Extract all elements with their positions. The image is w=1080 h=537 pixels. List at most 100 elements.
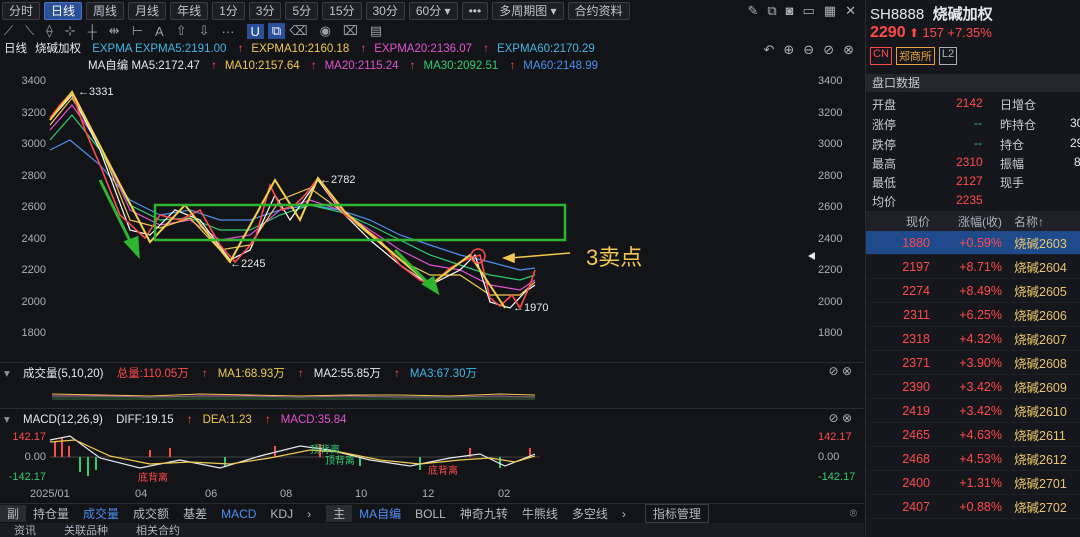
period-tab[interactable]: 1分 <box>212 2 245 20</box>
delete-tool-icon[interactable]: ⌫ <box>289 23 307 39</box>
list-item[interactable]: 2419 +3.42% 烧碱2610 <box>866 399 1080 423</box>
field-value: 8 <box>1074 155 1080 169</box>
range-tool-icon[interactable]: ⇹ <box>109 23 120 39</box>
trash-icon[interactable]: ⌧ <box>343 23 358 39</box>
drawing-toolbar: ⟋ ⟍ ⟠ ⊹ ┼ ⇹ ⊢ A ⇧ ⇩ ··· U ⧉ ⌫ ◉ ⌧ ▤ <box>0 22 864 40</box>
main-indicator-tab[interactable]: BOLL <box>408 507 453 521</box>
x-tick: 2025/01 <box>30 488 70 500</box>
period-tab[interactable]: 3分 <box>248 2 282 20</box>
close-icon[interactable]: ✕ <box>845 3 856 19</box>
more-tools-icon[interactable]: ··· <box>222 24 235 39</box>
fib-tool-icon[interactable]: ┼ <box>88 24 97 39</box>
volume-bars <box>52 396 535 400</box>
row-name: 烧碱2603 <box>1014 237 1067 251</box>
list-item[interactable]: 2311 +6.25% 烧碱2606 <box>866 303 1080 327</box>
contract-info-button[interactable]: 合约资料 <box>567 2 630 20</box>
close-chart-icon[interactable]: ⊗ <box>843 42 854 58</box>
col-name[interactable]: 名称↑ <box>1002 213 1044 230</box>
indicator-tab[interactable]: 持仓量 <box>26 505 76 522</box>
low2-annotation: ←1970 <box>513 302 549 314</box>
row-name: 烧碱2701 <box>1014 477 1067 491</box>
main-indicator-tab[interactable]: 牛熊线 <box>515 505 565 522</box>
collapse-icon[interactable]: ▾ <box>4 414 10 426</box>
period-tab[interactable]: 5分 <box>285 2 319 20</box>
settings-icon[interactable]: ⊘ <box>829 411 839 425</box>
period-tab[interactable]: 15分 <box>322 2 362 20</box>
quote-panel: SH8888 烧碱加权 2290 ⬆ 157 +7.35% CN 郑商所 L2 … <box>865 0 1080 537</box>
main-indicator-tab-active[interactable]: MA自编 <box>352 505 408 522</box>
row-price: 2311 <box>903 307 930 322</box>
x-tick: 12 <box>422 488 435 500</box>
next-icon[interactable]: › <box>300 507 318 521</box>
period-tab[interactable]: 月线 <box>128 2 167 20</box>
row-name: 烧碱2607 <box>1014 333 1067 347</box>
list-item[interactable]: 2400 +1.31% 烧碱2701 <box>866 471 1080 495</box>
price-chart[interactable] <box>0 70 864 360</box>
window-icon[interactable]: ▭ <box>803 3 815 19</box>
col-pct[interactable]: 涨幅(收) <box>930 213 1002 230</box>
zoom-out-icon[interactable]: ⊖ <box>803 42 814 58</box>
next-icon[interactable]: › <box>615 507 633 521</box>
period-tab[interactable]: 周线 <box>86 2 125 20</box>
indicator-tab-active[interactable]: MACD <box>214 507 263 521</box>
list-item[interactable]: 2318 +4.32% 烧碱2607 <box>866 327 1080 351</box>
list-item[interactable]: 2390 +3.42% 烧碱2609 <box>866 375 1080 399</box>
list-item[interactable]: 2407 +0.88% 烧碱2702 <box>866 495 1080 519</box>
location-icon[interactable]: ⌾ <box>843 506 864 521</box>
indicator-tab[interactable]: 成交额 <box>126 505 176 522</box>
undo-icon[interactable]: ↶ <box>763 42 774 58</box>
bottom-tab[interactable]: 关联品种 <box>50 522 122 537</box>
macd-label: MACD(12,26,9) <box>22 414 103 426</box>
layout-icon[interactable]: ▤ <box>370 23 382 39</box>
grid-icon[interactable]: ▦ <box>824 3 836 19</box>
up-arrow-tool-icon[interactable]: ⇧ <box>176 23 187 39</box>
settings-icon[interactable]: ⊘ <box>829 364 839 378</box>
copy-icon[interactable]: ⧉ <box>767 3 776 19</box>
text-tool-icon[interactable]: A <box>155 24 164 39</box>
edit-icon[interactable]: ✎ <box>747 3 758 19</box>
list-item[interactable]: 1880 +0.59% 烧碱2603 <box>866 231 1080 255</box>
divergence-label: 底背离 <box>138 473 168 484</box>
high-value: 3331 <box>89 86 114 98</box>
bottom-tab[interactable]: 相关合约 <box>122 522 194 537</box>
list-item[interactable]: 2274 +8.49% 烧碱2605 <box>866 279 1080 303</box>
measure-tool-icon[interactable]: ⊢ <box>132 23 143 39</box>
period-tab[interactable]: 分时 <box>2 2 41 20</box>
list-item[interactable]: 2465 +4.63% 烧碱2611 <box>866 423 1080 447</box>
magnet-icon[interactable]: U <box>246 23 264 39</box>
main-indicator-tab[interactable]: 多空线 <box>565 505 615 522</box>
zoom-in-icon[interactable]: ⊕ <box>783 42 794 58</box>
panel-title: 盘口数据 <box>866 74 1080 92</box>
period-tab[interactable]: 年线 <box>170 2 209 20</box>
x-tick: 06 <box>205 488 218 500</box>
indicator-tab[interactable]: 基差 <box>176 505 214 522</box>
period-dropdown[interactable]: 60分 ▾ <box>408 2 458 20</box>
volume-chart <box>51 393 536 400</box>
period-tab[interactable]: 30分 <box>365 2 405 20</box>
indicator-tab[interactable]: KDJ <box>263 507 300 521</box>
ray-tool-icon[interactable]: ⟠ <box>46 23 52 39</box>
indicator-tab-active[interactable]: 成交量 <box>76 505 126 522</box>
indicator-manage-button[interactable]: 指标管理 <box>644 504 709 523</box>
settings-icon[interactable]: ⊘ <box>823 42 834 58</box>
bottom-tab[interactable]: 资讯 <box>0 522 50 537</box>
collapse-icon[interactable]: ▾ <box>4 368 10 380</box>
lock-icon[interactable]: ⧉ <box>267 23 286 39</box>
down-arrow-tool-icon[interactable]: ⇩ <box>199 23 210 39</box>
list-item[interactable]: 2197 +8.71% 烧碱2604 <box>866 255 1080 279</box>
row-pct: +0.88% <box>959 499 1002 514</box>
multi-period-dropdown[interactable]: 多周期图 ▾ <box>492 2 564 20</box>
eye-icon[interactable]: ◉ <box>320 23 331 39</box>
close-icon[interactable]: ⊗ <box>842 364 852 378</box>
col-price[interactable]: 现价 <box>866 213 930 230</box>
period-tab-active[interactable]: 日线 <box>44 2 83 20</box>
camera-icon[interactable]: ◙ <box>786 3 794 19</box>
channel-tool-icon[interactable]: ⊹ <box>65 23 76 39</box>
list-item[interactable]: 2468 +4.53% 烧碱2612 <box>866 447 1080 471</box>
more-button[interactable]: ••• <box>461 2 489 20</box>
list-item[interactable]: 2371 +3.90% 烧碱2608 <box>866 351 1080 375</box>
close-icon[interactable]: ⊗ <box>842 411 852 425</box>
main-indicator-tab[interactable]: 神奇九转 <box>453 505 515 522</box>
line-tool-icon[interactable]: ⟋ <box>4 23 13 39</box>
hline-tool-icon[interactable]: ⟍ <box>25 23 34 39</box>
